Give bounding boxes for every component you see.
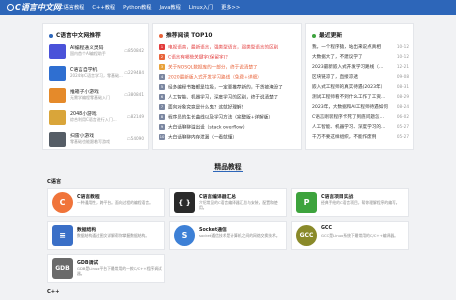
top-nav-bar: C语言中文网 C语言教程 C++教程 Python教程 Java教程 Linux… bbox=[0, 0, 456, 15]
nav-c[interactable]: C语言教程 bbox=[60, 4, 84, 11]
tutorial-card[interactable]: S Socket通信 socket通信技术是计算机之间的网络交换技术。 bbox=[169, 221, 287, 250]
top10-item[interactable]: 10 大白话聊聊内存泄漏（一看就懂） bbox=[159, 134, 297, 142]
top10-item[interactable]: 9 大白话聊聊溢出设（stack overflow） bbox=[159, 124, 297, 132]
tutorial-card[interactable]: GDB GDB调试 GDB是Linux平台下最常用的一款C/C++程序调试器。 bbox=[47, 254, 165, 283]
latest-item[interactable]: 大数据大了，不建议学了 10-12 bbox=[312, 54, 409, 62]
view-count: ☖82149 bbox=[126, 114, 144, 119]
latest-item[interactable]: 人工智能、机器学习、深度学习的区别 05-27 bbox=[312, 124, 409, 132]
top10-item[interactable]: 4 2020最新版入式开发学习路线（免费+详细） bbox=[159, 74, 297, 82]
recommended-sites-panel: C语言中文网推荐 AI编程通义灵码 国内首个AI编程助手 ☖850842 C语言… bbox=[42, 23, 149, 150]
top10-item[interactable]: 3 关于NOSQL数据库的一部分，终于说清楚了 bbox=[159, 64, 297, 72]
latest-item[interactable]: 我，一个程序猿，站出来说点真相 10-12 bbox=[312, 44, 409, 52]
site-item[interactable]: C语言自学机 2024年C语言学习，零基础... ☖229484 bbox=[49, 66, 144, 81]
nav-java[interactable]: Java教程 bbox=[159, 4, 180, 11]
site-thumb-icon bbox=[49, 88, 66, 103]
main-nav: C语言教程 C++教程 Python教程 Java教程 Linux入门 更多>> bbox=[60, 0, 248, 15]
c-logo-icon: C bbox=[52, 192, 73, 213]
view-count: ☖54090 bbox=[126, 136, 144, 141]
section-title: 精品教程 bbox=[214, 163, 242, 171]
view-count: ☖850842 bbox=[124, 48, 144, 53]
gdb-icon: GDB bbox=[52, 258, 73, 279]
top10-item[interactable]: 5 经多编程书籍都是垃圾，一定要推荐新的，干货被淹没了 bbox=[159, 84, 297, 92]
subhead-cpp: C++ bbox=[47, 289, 60, 295]
panel-heading: 最近更新 bbox=[312, 30, 342, 39]
view-count: ☖380841 bbox=[124, 92, 144, 97]
bullet-icon bbox=[49, 33, 53, 38]
site-logo[interactable]: C语言中文网 bbox=[7, 2, 61, 13]
nav-more[interactable]: 更多>> bbox=[221, 4, 240, 11]
tutorial-card[interactable]: P C语言项目实战 经典手绘的C语言项目，帮你理解程序的编写。 bbox=[291, 188, 409, 217]
top10-panel: 推荐阅读 TOP10 1 电视语音，最新语言，强类型语言，弱类型语言的区别 2 C语… bbox=[152, 23, 302, 150]
latest-item[interactable]: 测试工程师看不到什么工作了工资... 08-29 bbox=[312, 94, 409, 102]
top10-item[interactable]: 7 面向对象究竟是什么鬼？这就好理解！ bbox=[159, 104, 297, 112]
site-item[interactable]: 扫雷小游戏 零基础也能跟着写游戏 ☖54090 bbox=[49, 132, 144, 147]
view-count: ☖229484 bbox=[124, 70, 144, 75]
nav-python[interactable]: Python教程 bbox=[123, 4, 151, 11]
bullet-icon bbox=[159, 33, 163, 38]
data-structure-icon: ≡ bbox=[52, 225, 73, 246]
logo-ring-icon bbox=[7, 4, 14, 11]
top10-item[interactable]: 1 电视语音，最新语言，强类型语言，弱类型语言的区别 bbox=[159, 44, 297, 52]
panel-heading: 推荐阅读 TOP10 bbox=[159, 30, 212, 39]
site-item[interactable]: AI编程通义灵码 国内首个AI编程助手 ☖850842 bbox=[49, 44, 144, 59]
logo-text: C语言中文网 bbox=[15, 3, 61, 12]
latest-item[interactable]: 千万不要这样组织，不能作废例 05-27 bbox=[312, 134, 409, 142]
latest-item[interactable]: C语言刚装程序卡死了到底问题怎么回事 06-02 bbox=[312, 114, 409, 122]
top10-item[interactable]: 2 C语言有哪些关键字(保留字)？ bbox=[159, 54, 297, 62]
tutorial-card[interactable]: { } C语言编译器汇总 介绍常见的C语言编译器汇总与安装，配置和使用。 bbox=[169, 188, 287, 217]
panel-heading: C语言中文网推荐 bbox=[49, 30, 101, 39]
latest-item[interactable]: 嵌入式工程师的真实待遇(2023年） 08-31 bbox=[312, 84, 409, 92]
nav-cpp[interactable]: C++教程 bbox=[92, 4, 115, 11]
top10-item[interactable]: 6 人工智能、机器学习，深度学习的区别，终于说清楚了 bbox=[159, 94, 297, 102]
nav-linux[interactable]: Linux入门 bbox=[189, 4, 213, 11]
tutorial-card[interactable]: GCC GCC GCC是Linux系统下最常用的C/C++编译器。 bbox=[291, 221, 409, 250]
site-thumb-icon bbox=[49, 110, 66, 125]
braces-icon: { } bbox=[174, 192, 195, 213]
site-item[interactable]: 推箱子小游戏 无需学编程零基础入门 ☖380841 bbox=[49, 88, 144, 103]
latest-panel: 最近更新 我，一个程序猿，站出来说点真相 10-12 大数据大了，不建议学了 10-… bbox=[305, 23, 414, 150]
tutorial-card[interactable]: ≡ 数据结构 数据结构通过图文详解帮你掌握数据结构。 bbox=[47, 221, 165, 250]
site-thumb-icon bbox=[49, 66, 66, 81]
latest-item[interactable]: 2023最新嵌入式开发学习路线（免费） 12-21 bbox=[312, 64, 409, 72]
top10-item[interactable]: 8 程序员的生长曲线以及学习方法（完整版+详解版） bbox=[159, 114, 297, 122]
section-underline bbox=[213, 171, 243, 172]
site-thumb-icon bbox=[49, 44, 66, 59]
latest-item[interactable]: 区块链凉了，直接凉透 09-08 bbox=[312, 74, 409, 82]
site-item[interactable]: 2048小游戏 综合利用C语言进行入门... ☖82149 bbox=[49, 110, 144, 125]
bullet-icon bbox=[312, 33, 316, 38]
gcc-icon: GCC bbox=[296, 225, 317, 246]
subhead-c: C语言 bbox=[47, 179, 62, 185]
project-icon: P bbox=[296, 192, 317, 213]
tutorial-card[interactable]: C C语言教程 一种通用性，跨平台。面向过程的编程语言。 bbox=[47, 188, 165, 217]
site-thumb-icon bbox=[49, 132, 66, 147]
latest-item[interactable]: 2023年，大数据和AI工程师待遇如何 08-24 bbox=[312, 104, 409, 112]
socket-icon: S bbox=[174, 225, 195, 246]
